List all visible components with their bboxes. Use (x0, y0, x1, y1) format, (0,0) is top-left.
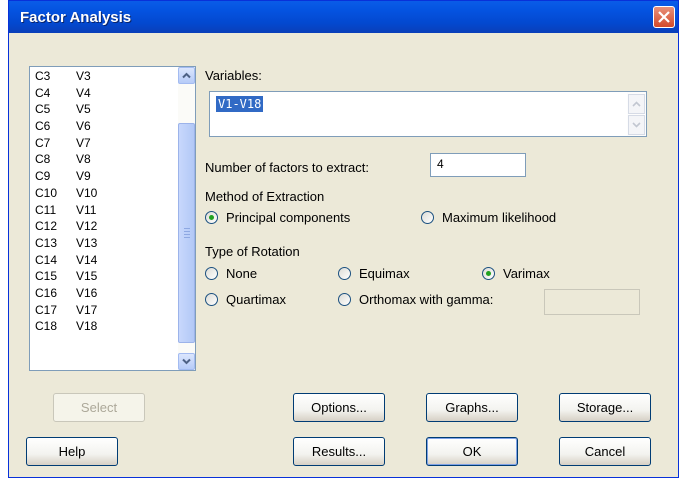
column-variable: V14 (76, 252, 98, 267)
column-variable: V11 (76, 202, 97, 217)
dialog-title: Factor Analysis (20, 9, 132, 26)
column-id: C12 (35, 219, 58, 234)
column-id: C9 (35, 169, 51, 184)
variables-field[interactable]: V1-V18 (209, 91, 647, 137)
help-button[interactable]: Help (26, 437, 118, 466)
varimax-label: Varimax (503, 266, 550, 281)
list-item[interactable]: C9 V9 (30, 168, 176, 185)
variables-scroll-down[interactable] (628, 115, 645, 135)
radio-equimax[interactable] (338, 267, 351, 280)
column-id: C10 (35, 185, 58, 200)
column-variable: V7 (76, 135, 91, 150)
factor-analysis-dialog: Factor Analysis C3 V3 C4 V4 C5 V5 C6 V6 C7 V7 C8 V8… (8, 0, 679, 478)
column-variable: V6 (76, 119, 91, 134)
list-item[interactable]: C7 V7 (30, 135, 176, 152)
column-id: C16 (35, 285, 58, 300)
close-icon (658, 11, 670, 23)
list-item[interactable]: C12 V12 (30, 218, 176, 235)
columns-listbox[interactable]: C3 V3 C4 V4 C5 V5 C6 V6 C7 V7 C8 V8 C9 V9 C10 V10 C11 V11… (29, 66, 196, 371)
column-variable: V3 (76, 69, 91, 83)
column-id: C18 (35, 319, 58, 334)
column-variable: V15 (76, 269, 98, 284)
column-variable: V18 (76, 319, 98, 334)
list-item[interactable]: C16 V16 (30, 285, 176, 302)
column-id: C3 (35, 69, 51, 83)
column-variable: V8 (76, 152, 91, 167)
principal-components-label: Principal components (226, 210, 351, 225)
options-button[interactable]: Options... (293, 393, 385, 422)
list-item[interactable]: C8 V8 (30, 151, 176, 168)
list-item[interactable]: C4 V4 (30, 85, 176, 102)
gamma-input[interactable] (544, 289, 640, 315)
none-label: None (226, 266, 258, 281)
radio-none[interactable] (205, 267, 218, 280)
title-bar[interactable]: Factor Analysis (9, 1, 678, 33)
variables-value[interactable]: V1-V18 (216, 96, 264, 112)
storage-button[interactable]: Storage... (559, 393, 651, 422)
column-variable: V16 (76, 285, 98, 300)
cancel-button[interactable]: Cancel (559, 437, 651, 466)
column-id: C15 (35, 269, 58, 284)
list-item[interactable]: C18 V18 (30, 318, 176, 335)
columns-list: C3 V3 C4 V4 C5 V5 C6 V6 C7 V7 C8 V8 C9 V9 C10 V10 C11 V11… (30, 68, 176, 335)
scroll-up-button[interactable] (178, 67, 195, 84)
column-variable: V13 (76, 235, 98, 250)
list-item[interactable]: C13 V13 (30, 235, 176, 252)
num-factors-value: 4 (437, 157, 444, 171)
list-item[interactable]: C6 V6 (30, 118, 176, 135)
radio-orthomax[interactable] (338, 293, 351, 306)
list-item[interactable]: C5 V5 (30, 101, 176, 118)
column-id: C17 (35, 302, 58, 317)
chevron-down-icon (182, 358, 191, 365)
radio-varimax[interactable] (482, 267, 495, 280)
column-variable: V17 (76, 302, 98, 317)
column-variable: V12 (76, 219, 98, 234)
quartimax-label: Quartimax (226, 292, 286, 307)
column-id: C11 (35, 202, 57, 217)
list-item[interactable]: C10 V10 (30, 185, 176, 202)
column-id: C8 (35, 152, 51, 167)
radio-maximum-likelihood[interactable] (421, 211, 434, 224)
radio-quartimax[interactable] (205, 293, 218, 306)
chevron-down-icon (632, 122, 641, 128)
list-item[interactable]: C17 V17 (30, 302, 176, 319)
orthomax-label: Orthomax with gamma: (359, 292, 494, 307)
column-variable: V9 (76, 169, 91, 184)
column-id: C14 (35, 252, 58, 267)
results-button[interactable]: Results... (293, 437, 385, 466)
scroll-thumb[interactable] (178, 123, 195, 343)
list-item[interactable]: C15 V15 (30, 268, 176, 285)
column-id: C7 (35, 135, 51, 150)
variables-scrollbar[interactable] (627, 92, 646, 136)
graphs-button[interactable]: Graphs... (426, 393, 518, 422)
column-variable: V4 (76, 85, 91, 100)
chevron-up-icon (632, 101, 641, 107)
ok-button[interactable]: OK (426, 437, 518, 466)
column-variable: V5 (76, 102, 91, 117)
num-factors-label: Number of factors to extract: (205, 160, 370, 175)
chevron-up-icon (182, 72, 191, 79)
scroll-down-button[interactable] (178, 353, 195, 370)
radio-principal-components[interactable] (205, 211, 218, 224)
equimax-label: Equimax (359, 266, 410, 281)
column-variable: V10 (76, 185, 98, 200)
variables-scroll-up[interactable] (628, 94, 645, 114)
list-item[interactable]: C14 V14 (30, 252, 176, 269)
columns-scrollbar[interactable] (178, 67, 195, 370)
column-id: C13 (35, 235, 58, 250)
column-id: C6 (35, 119, 51, 134)
list-item[interactable]: C3 V3 (30, 68, 176, 85)
column-id: C5 (35, 102, 51, 117)
num-factors-input[interactable]: 4 (430, 153, 526, 177)
variables-label: Variables: (205, 68, 262, 83)
select-button[interactable]: Select (53, 393, 145, 422)
rotation-group-label: Type of Rotation (205, 244, 300, 259)
close-button[interactable] (653, 6, 675, 28)
column-id: C4 (35, 85, 51, 100)
maximum-likelihood-label: Maximum likelihood (442, 210, 557, 225)
list-item[interactable]: C11 V11 (30, 202, 176, 219)
extraction-group-label: Method of Extraction (205, 189, 325, 204)
